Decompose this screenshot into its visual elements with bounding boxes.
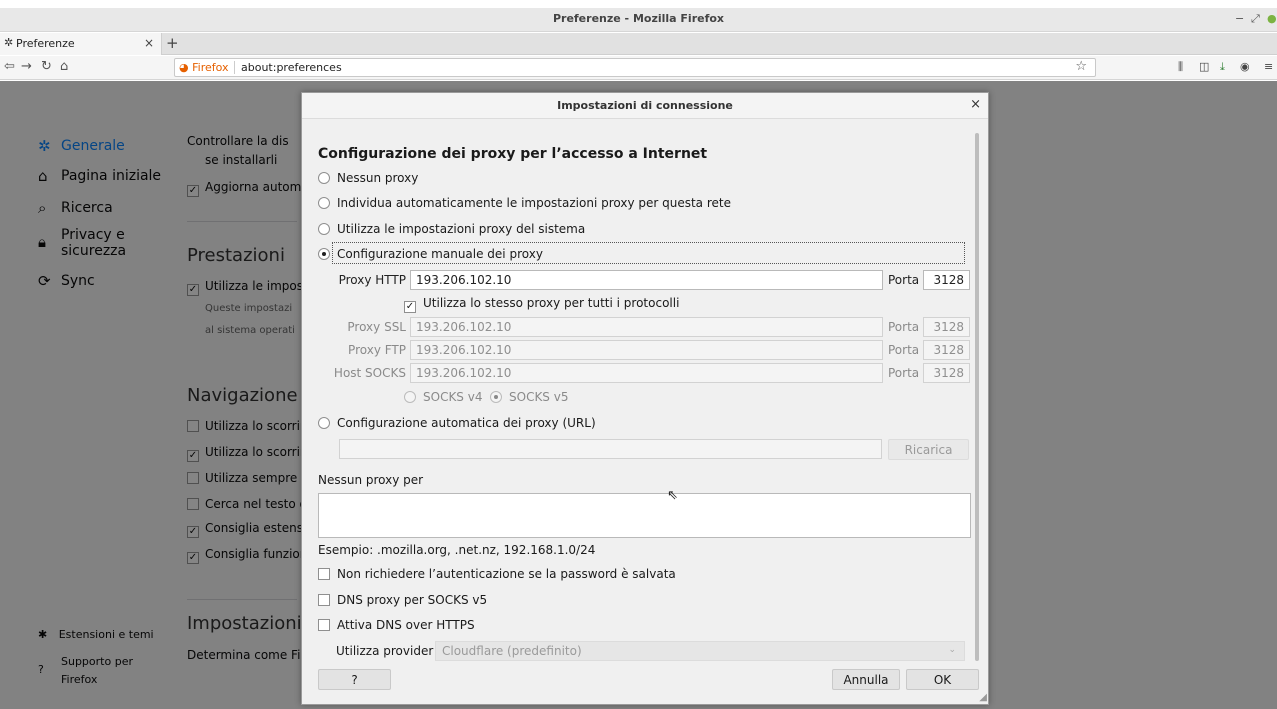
http-proxy-label: Proxy HTTP: [338, 273, 406, 287]
cancel-button[interactable]: Annulla: [832, 669, 900, 690]
ssl-proxy-input[interactable]: 193.206.102.10: [410, 317, 883, 337]
radio-button-selected[interactable]: [318, 248, 330, 260]
back-button[interactable]: ⇦: [4, 59, 15, 74]
checkbox-checked[interactable]: ✓: [404, 301, 416, 313]
sidebar-icon[interactable]: ◫: [1199, 60, 1209, 73]
radio-button[interactable]: [318, 223, 330, 235]
ftp-proxy-label: Proxy FTP: [348, 343, 406, 357]
socks-host-label: Host SOCKS: [333, 366, 406, 380]
ftp-port-label: Porta: [888, 343, 920, 357]
no-auth-checkbox[interactable]: Non richiedere l’autenticazione se la pa…: [318, 567, 676, 581]
downloads-icon[interactable]: ⤓: [1220, 60, 1225, 74]
radio-button-selected[interactable]: [490, 391, 502, 403]
dns-socks-checkbox[interactable]: DNS proxy per SOCKS v5: [318, 593, 487, 607]
socks-port-label: Porta: [888, 366, 920, 380]
radio-socks-v4[interactable]: SOCKS v4: [404, 390, 482, 404]
auto-proxy-url-input[interactable]: [339, 439, 882, 459]
ftp-port-input[interactable]: 3128: [923, 340, 970, 360]
window-titlebar: Preferenze - Mozilla Firefox − ⤢ ●: [0, 8, 1277, 32]
navigation-toolbar: ⇦ → ↻ ⌂ ◕ Firefox about:preferences ☆ ⫼ …: [0, 56, 1277, 80]
radio-auto-detect[interactable]: Individua automaticamente le impostazion…: [318, 196, 731, 210]
firefox-identity: ◕ Firefox: [179, 61, 229, 74]
http-port-input[interactable]: 3128: [923, 270, 970, 290]
minimize-icon[interactable]: −: [1235, 12, 1244, 25]
provider-select[interactable]: Cloudflare (predefinito) ⌄: [435, 641, 965, 661]
tab-close-icon[interactable]: ×: [144, 36, 154, 50]
socks-port-input[interactable]: 3128: [923, 363, 970, 383]
close-icon[interactable]: ×: [970, 97, 981, 112]
checkbox[interactable]: [318, 619, 330, 631]
http-port-label: Porta: [888, 273, 920, 287]
radio-no-proxy[interactable]: Nessun proxy: [318, 171, 418, 185]
provider-label: Utilizza provider: [336, 644, 434, 658]
http-proxy-input[interactable]: 193.206.102.10: [410, 270, 883, 290]
no-proxy-for-textarea[interactable]: [318, 493, 971, 538]
tab-strip: ✲ Preferenze × +: [0, 33, 1277, 55]
new-tab-button[interactable]: +: [166, 34, 179, 52]
tab-preferences[interactable]: ✲ Preferenze ×: [0, 33, 162, 55]
window-title: Preferenze - Mozilla Firefox: [552, 12, 725, 25]
doh-checkbox[interactable]: Attiva DNS over HTTPS: [318, 618, 475, 632]
ssl-proxy-label: Proxy SSL: [347, 320, 406, 334]
forward-button[interactable]: →: [21, 59, 32, 74]
ssl-port-input[interactable]: 3128: [923, 317, 970, 337]
same-proxy-checkbox[interactable]: ✓ Utilizza lo stesso proxy per tutti i pr…: [404, 296, 679, 313]
library-icon[interactable]: ⫼: [1178, 60, 1183, 74]
ok-button[interactable]: OK: [906, 669, 979, 690]
dialog-title: Impostazioni di connessione: [557, 99, 733, 112]
radio-button[interactable]: [318, 197, 330, 209]
restore-icon[interactable]: ⤢: [1251, 12, 1260, 26]
dialog-titlebar: Impostazioni di connessione ×: [302, 93, 988, 119]
resize-grip-icon[interactable]: ◢: [979, 692, 987, 703]
gear-icon: ✲: [4, 36, 14, 49]
connection-settings-dialog: Impostazioni di connessione × Configuraz…: [301, 92, 989, 705]
reload-button[interactable]: ↻: [41, 59, 52, 74]
bookmark-star-icon[interactable]: ☆: [1075, 59, 1087, 74]
ssl-port-label: Porta: [888, 320, 920, 334]
proxy-heading: Configurazione dei proxy per l’accesso a…: [318, 146, 708, 162]
account-icon[interactable]: ◉: [1240, 60, 1250, 73]
radio-button[interactable]: [318, 417, 330, 429]
example-text: Esempio: .mozilla.org, .net.nz, 192.168.…: [318, 543, 596, 557]
radio-manual-proxy[interactable]: Configurazione manuale dei proxy: [318, 247, 543, 261]
help-button[interactable]: ?: [318, 669, 391, 690]
radio-button[interactable]: [404, 391, 416, 403]
mouse-cursor-icon: ⇖: [667, 488, 678, 503]
menu-icon[interactable]: ≡: [1264, 60, 1273, 73]
close-window-icon[interactable]: ●: [1267, 12, 1277, 25]
reload-button[interactable]: Ricarica: [888, 439, 969, 460]
chevron-down-icon: ⌄: [948, 645, 956, 655]
no-proxy-for-label: Nessun proxy per: [318, 473, 424, 487]
url-bar[interactable]: ◕ Firefox about:preferences ☆: [174, 58, 1096, 77]
url-separator: [234, 61, 235, 74]
socks-host-input[interactable]: 193.206.102.10: [410, 363, 883, 383]
dialog-scrollbar[interactable]: [975, 133, 979, 661]
radio-button[interactable]: [318, 172, 330, 184]
home-button[interactable]: ⌂: [60, 59, 68, 74]
ftp-proxy-input[interactable]: 193.206.102.10: [410, 340, 883, 360]
tab-label: Preferenze: [16, 37, 75, 50]
radio-socks-v5[interactable]: SOCKS v5: [490, 390, 568, 404]
checkbox[interactable]: [318, 568, 330, 580]
checkbox[interactable]: [318, 594, 330, 606]
radio-auto-proxy-url[interactable]: Configurazione automatica dei proxy (URL…: [318, 416, 596, 430]
radio-system-proxy[interactable]: Utilizza le impostazioni proxy del siste…: [318, 222, 585, 236]
url-text[interactable]: about:preferences: [241, 61, 342, 74]
